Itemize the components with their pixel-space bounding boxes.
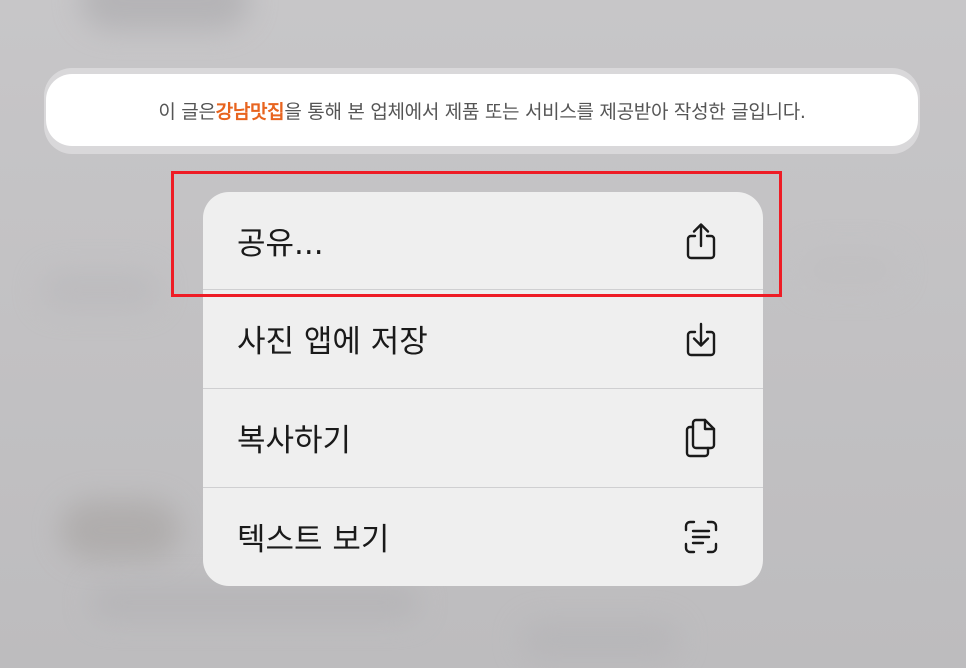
notice-suffix: 을 통해 본 업체에서 제품 또는 서비스를 제공받아 작성한 글입니다.	[284, 100, 806, 123]
menu-item-label: 복사하기	[237, 423, 352, 459]
background-blur	[40, 270, 160, 310]
menu-item-copy[interactable]: 복사하기	[203, 389, 763, 486]
live-text-icon	[681, 517, 721, 557]
background-blur	[60, 500, 180, 560]
menu-item-label: 사진 앱에 저장	[237, 324, 428, 360]
sponsored-notice: 이 글은 강남맛집 을 통해 본 업체에서 제품 또는 서비스를 제공받아 작성…	[46, 74, 918, 146]
menu-item-show-text[interactable]: 텍스트 보기	[203, 488, 763, 585]
menu-item-label: 공유...	[237, 226, 324, 262]
notice-prefix: 이 글은	[158, 100, 216, 123]
share-icon	[681, 221, 721, 261]
menu-item-save-to-photos[interactable]: 사진 앱에 저장	[203, 290, 763, 387]
background-blur	[80, 0, 250, 30]
copy-icon	[681, 418, 721, 458]
notice-highlight: 강남맛집	[215, 100, 285, 123]
background-blur	[520, 620, 680, 660]
menu-item-label: 텍스트 보기	[237, 522, 390, 558]
context-menu: 공유... 사진 앱에 저장 복사하기 텍스트 보기	[203, 192, 763, 586]
menu-item-share[interactable]: 공유...	[203, 192, 763, 289]
save-to-photos-icon	[681, 319, 721, 359]
background-blur	[90, 585, 420, 620]
background-blur	[800, 250, 900, 290]
